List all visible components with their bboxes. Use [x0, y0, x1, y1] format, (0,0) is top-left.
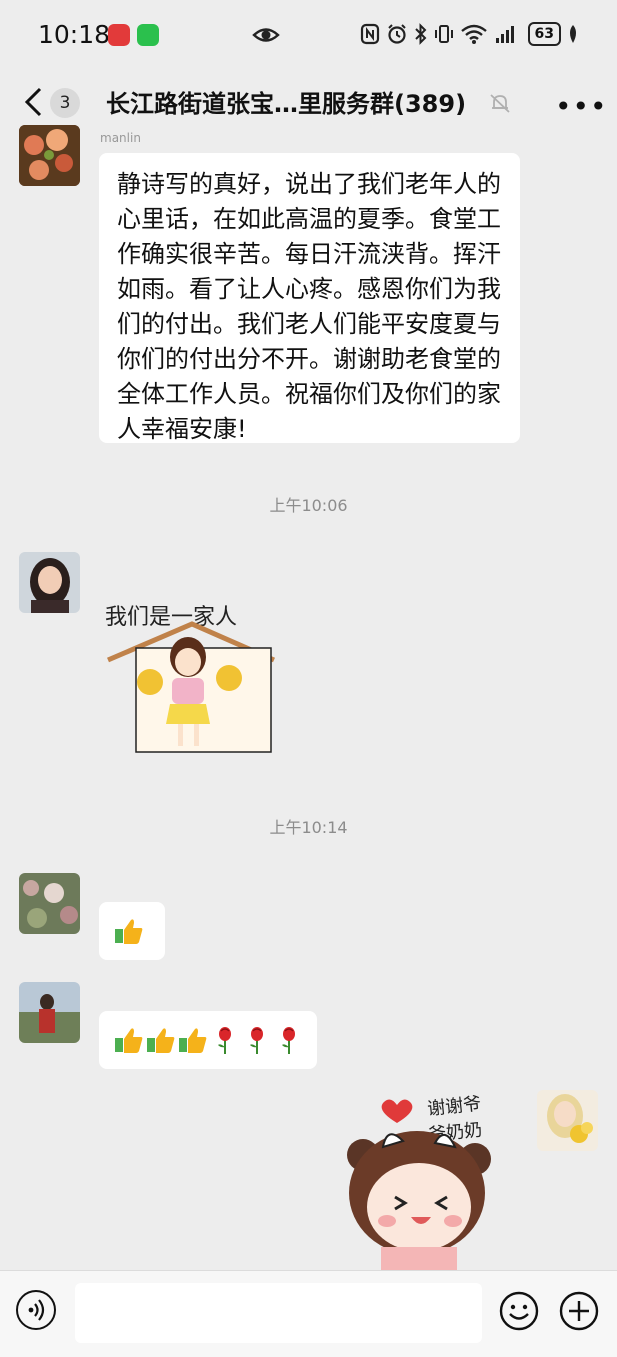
- sticker-caption-line1: 谢谢爷: [426, 1093, 482, 1120]
- message-bubble[interactable]: 静诗写的真好，说出了我们老年人的心里话，在如此高温的夏季。食堂工作确实很辛苦。每…: [99, 153, 520, 443]
- wechat-notification-icon: [137, 24, 159, 46]
- message-bubble[interactable]: [99, 1011, 317, 1069]
- sticker-caption: 我们是一家人: [105, 605, 237, 630]
- eye-icon: [252, 28, 280, 42]
- person-outdoor-avatar-image: [19, 982, 80, 1043]
- avatar[interactable]: [19, 552, 80, 613]
- plus-button-icon[interactable]: [558, 1290, 600, 1332]
- back-arrow-icon[interactable]: [18, 84, 52, 120]
- voice-input-button[interactable]: [16, 1290, 56, 1330]
- timestamp: 上午10:06: [269, 496, 348, 515]
- family-sticker-image: 我们是一家人: [105, 605, 276, 753]
- more-options-icon[interactable]: •••: [555, 90, 608, 123]
- bluetooth-icon: [414, 23, 426, 45]
- wifi-icon: [460, 24, 487, 44]
- alarm-icon: [387, 24, 406, 44]
- message-text: 静诗写的真好，说出了我们老年人的心里话，在如此高温的夏季。食堂工作确实很辛苦。每…: [117, 170, 501, 443]
- thumbs-up-icon: [147, 1028, 175, 1053]
- vibrate-icon: [434, 25, 453, 43]
- status-bar: 10:18 63: [0, 0, 617, 70]
- rose-icon: [250, 1027, 263, 1054]
- self-avatar[interactable]: [537, 1090, 598, 1151]
- thumbs-up-icon: [179, 1028, 207, 1053]
- avatar[interactable]: [19, 873, 80, 934]
- status-time: 10:18: [38, 20, 111, 49]
- message-bubble[interactable]: [99, 902, 165, 960]
- timestamp: 上午10:14: [269, 818, 348, 837]
- thumbs-up-icon: [115, 919, 143, 944]
- thanks-sticker-image: 谢谢爷 爷奶奶: [347, 1093, 491, 1270]
- message-input[interactable]: [75, 1283, 482, 1343]
- signal-icon: [495, 26, 514, 43]
- woman-avatar-image: [19, 552, 80, 613]
- sticker-thanks[interactable]: 谢谢爷 爷奶奶: [335, 1085, 525, 1270]
- voice-icon: [28, 1299, 45, 1321]
- garden-avatar-image: [19, 873, 80, 934]
- system-icons: 63: [360, 22, 579, 46]
- sender-name: manlin: [100, 131, 141, 145]
- flower-avatar-image: [19, 125, 80, 186]
- muted-bell-icon: [490, 94, 510, 113]
- avatar[interactable]: [19, 125, 80, 186]
- rose-icon: [282, 1027, 295, 1054]
- avatar[interactable]: [19, 982, 80, 1043]
- notification-app-icon: [108, 24, 130, 46]
- chat-title: 长江路街道张宝…里服务群(389): [106, 90, 467, 118]
- sticker-family[interactable]: 我们是一家人: [100, 590, 285, 760]
- unread-count-badge[interactable]: 3: [50, 88, 80, 118]
- rose-icon: [218, 1027, 231, 1054]
- battery-level: 63: [527, 22, 561, 46]
- nfc-icon: [360, 23, 379, 45]
- blonde-avatar-image: [537, 1090, 598, 1151]
- input-toolbar: [0, 1270, 617, 1357]
- thumbs-up-icon: [115, 1028, 143, 1053]
- emoji-button-icon[interactable]: [498, 1290, 540, 1332]
- leaf-icon: [570, 25, 576, 43]
- chat-header: 3 长江路街道张宝…里服务群(389) •••: [0, 70, 617, 136]
